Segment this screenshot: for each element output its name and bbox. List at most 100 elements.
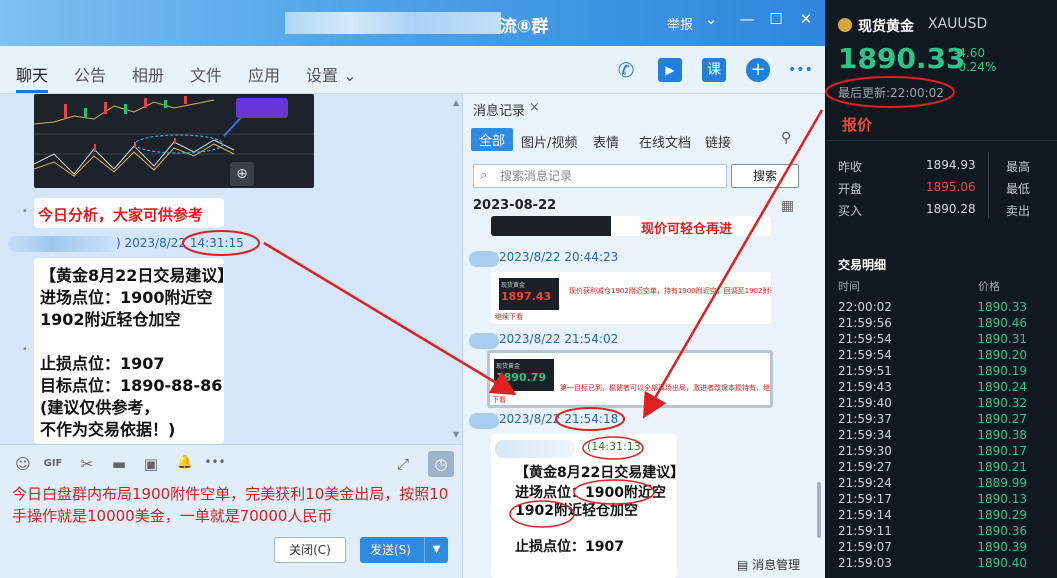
trade-row: 21:59:24 1889.99 [838, 476, 1043, 492]
report-button[interactable]: 举报 [667, 14, 693, 33]
send-button[interactable]: 发送(S) ▼ [360, 537, 448, 563]
history-search-button[interactable]: 搜索 [731, 164, 799, 188]
history-image-message-selected[interactable]: 现货黄金 1890.79 第一目标已到，稳健者可以全部离场出局，激进者改保本损持… [487, 350, 773, 408]
filter-stickers[interactable]: 表情 [593, 132, 619, 151]
message-bullet: • [22, 344, 28, 355]
trade-price: 1890.31 [977, 332, 1027, 346]
change-abs: -4.60 [954, 46, 986, 60]
label-low: 最低 [1006, 182, 1031, 196]
trade-price: 1890.39 [977, 540, 1027, 554]
blurred-group-name [285, 12, 501, 34]
quote-thumbnail: 现货黄金 1890.79 [494, 359, 554, 391]
image-icon[interactable]: ▣ [140, 455, 162, 475]
course-icon[interactable]: 课 [702, 58, 726, 82]
video-icon[interactable]: ▶ [658, 58, 682, 82]
trade-row: 21:59:34 1890.38 [838, 428, 1043, 444]
scissors-icon[interactable]: ✂ [76, 455, 98, 475]
title-bar: 流⑧群 举报 ⌄ — ☐ ✕ [0, 0, 825, 46]
chevron-down-icon[interactable]: ⌄ [700, 10, 722, 28]
chat-window: 流⑧群 举报 ⌄ — ☐ ✕ 聊天 公告 相册 文件 应用 设置 ⌄ ✆ ▶ 课… [0, 0, 825, 578]
history-scrollbar[interactable] [817, 482, 821, 538]
close-icon[interactable]: ✕ [795, 10, 817, 28]
message-manage-button[interactable]: ▤ 消息管理 [737, 556, 800, 573]
gif-icon[interactable]: GIF [42, 458, 64, 478]
close-button[interactable]: 关闭(C) [274, 537, 346, 563]
chart-image-message[interactable]: ⊕ [34, 94, 314, 188]
message-input-area[interactable]: ☺ GIF ✂ ▬ ▣ 🔔 ••• ⤢ ◷ 今日白盘群内布局1900附件空单，完… [0, 444, 462, 578]
quote-thumbnail: 现货黄金 1897.43 [499, 278, 559, 310]
history-advice-bubble[interactable]: (14:31:13 【黄金8月22日交易建议】 进场点位：1900附近空 190… [491, 434, 677, 578]
change-pct: -0.24% [954, 60, 997, 74]
trade-time: 21:59:54 [838, 348, 892, 362]
filter-icon[interactable]: ⚲ [781, 130, 791, 146]
zoom-icon[interactable]: ⊕ [230, 162, 254, 186]
emoji-icon[interactable]: ☺ [12, 455, 34, 475]
tab-quote[interactable]: 报价 [842, 114, 872, 135]
history-time: 2023/8/22 20:44:23 [499, 250, 619, 264]
trade-time: 21:59:51 [838, 364, 892, 378]
filter-all[interactable]: 全部 [471, 128, 514, 151]
advice-message-bubble[interactable]: 【黄金8月22日交易建议】 进场点位：1900附近空 1902附近轻仓加空 止损… [34, 258, 233, 444]
history-search-input[interactable]: 搜索消息记录 [473, 164, 727, 188]
tab-album[interactable]: 相册 [132, 62, 164, 86]
scroll-up-icon[interactable]: ▲ [453, 98, 459, 107]
maximize-icon[interactable]: ☐ [765, 10, 787, 28]
add-icon[interactable]: + [746, 58, 770, 82]
trade-row: 21:59:54 1890.20 [838, 348, 1043, 364]
label-open: 开盘 [838, 182, 863, 196]
trade-price: 1890.24 [977, 380, 1027, 394]
blurred-avatar [469, 251, 499, 267]
trade-time: 21:59:34 [838, 428, 892, 442]
history-image-message[interactable]: 现价可轻仓再进 [491, 216, 771, 236]
filter-links[interactable]: 链接 [705, 132, 731, 151]
bell-icon[interactable]: 🔔 [174, 455, 196, 475]
history-clock-icon[interactable]: ◷ [428, 451, 454, 477]
tab-announcement[interactable]: 公告 [74, 62, 106, 86]
card-time: (14:31:13 [587, 440, 641, 453]
trade-row: 22:00:02 1890.33 [838, 300, 1043, 316]
tab-apps[interactable]: 应用 [248, 62, 280, 86]
tab-chat[interactable]: 聊天 [16, 62, 48, 86]
trade-row: 21:59:17 1890.13 [838, 492, 1043, 508]
trade-time: 21:59:56 [838, 316, 892, 330]
calendar-icon[interactable]: ▦ [781, 198, 794, 214]
label-high: 最高 [1006, 160, 1031, 174]
label-prev-close: 昨收 [838, 160, 863, 174]
trade-time: 21:59:07 [838, 540, 892, 554]
folder-icon[interactable]: ▬ [108, 455, 130, 475]
history-image-message[interactable]: 现货黄金 1897.43 现价获利减仓1902附近空单，持有1900附近空，回调… [491, 272, 771, 324]
scroll-down-icon[interactable]: ▼ [453, 430, 459, 439]
card-line: 止损点位：1907 [515, 539, 624, 555]
chat-scrollbar[interactable] [451, 94, 462, 444]
advice-line: 止损点位：1907 [40, 354, 165, 373]
message-input[interactable]: 今日白盘群内布局1900附件空单，完美获利10美金出局，按照10手操作就是100… [12, 483, 452, 527]
trade-row: 21:59:54 1890.31 [838, 332, 1043, 348]
phone-icon[interactable]: ✆ [614, 58, 638, 82]
column-price: 价格 [978, 280, 1000, 293]
trade-time: 21:59:43 [838, 380, 892, 394]
trade-price: 1890.21 [977, 460, 1027, 474]
thumb-label: 现货黄金 [501, 282, 526, 289]
label-ask: 卖出 [1006, 204, 1031, 218]
more-tools-icon[interactable]: ••• [204, 455, 226, 475]
history-close-icon[interactable]: × [529, 100, 540, 115]
trade-time: 21:59:27 [838, 460, 892, 474]
message-bubble[interactable]: 今日分析，大家可供参考 [34, 198, 224, 228]
trade-time: 22:00:02 [838, 300, 892, 314]
send-options-chevron-icon[interactable]: ▼ [424, 537, 448, 563]
trade-row: 21:59:56 1890.46 [838, 316, 1043, 332]
expand-icon[interactable]: ⤢ [392, 455, 414, 475]
trade-time: 21:59:24 [838, 476, 892, 490]
more-icon[interactable]: ••• [788, 58, 813, 82]
history-tab[interactable]: 消息记录 [473, 100, 525, 119]
analysis-text: 今日分析，大家可供参考 [38, 206, 204, 224]
filter-docs[interactable]: 在线文档 [639, 132, 691, 151]
blurred-sender-name [8, 236, 118, 252]
minimize-icon[interactable]: — [736, 10, 758, 28]
filter-media[interactable]: 图片/视频 [521, 132, 577, 151]
snippet-text: 现价可轻仓再进 [641, 222, 733, 236]
trade-price: 1890.20 [977, 348, 1027, 362]
tab-settings[interactable]: 设置 ⌄ [306, 62, 357, 86]
tab-files[interactable]: 文件 [190, 62, 222, 86]
trade-time: 21:59:17 [838, 492, 892, 506]
